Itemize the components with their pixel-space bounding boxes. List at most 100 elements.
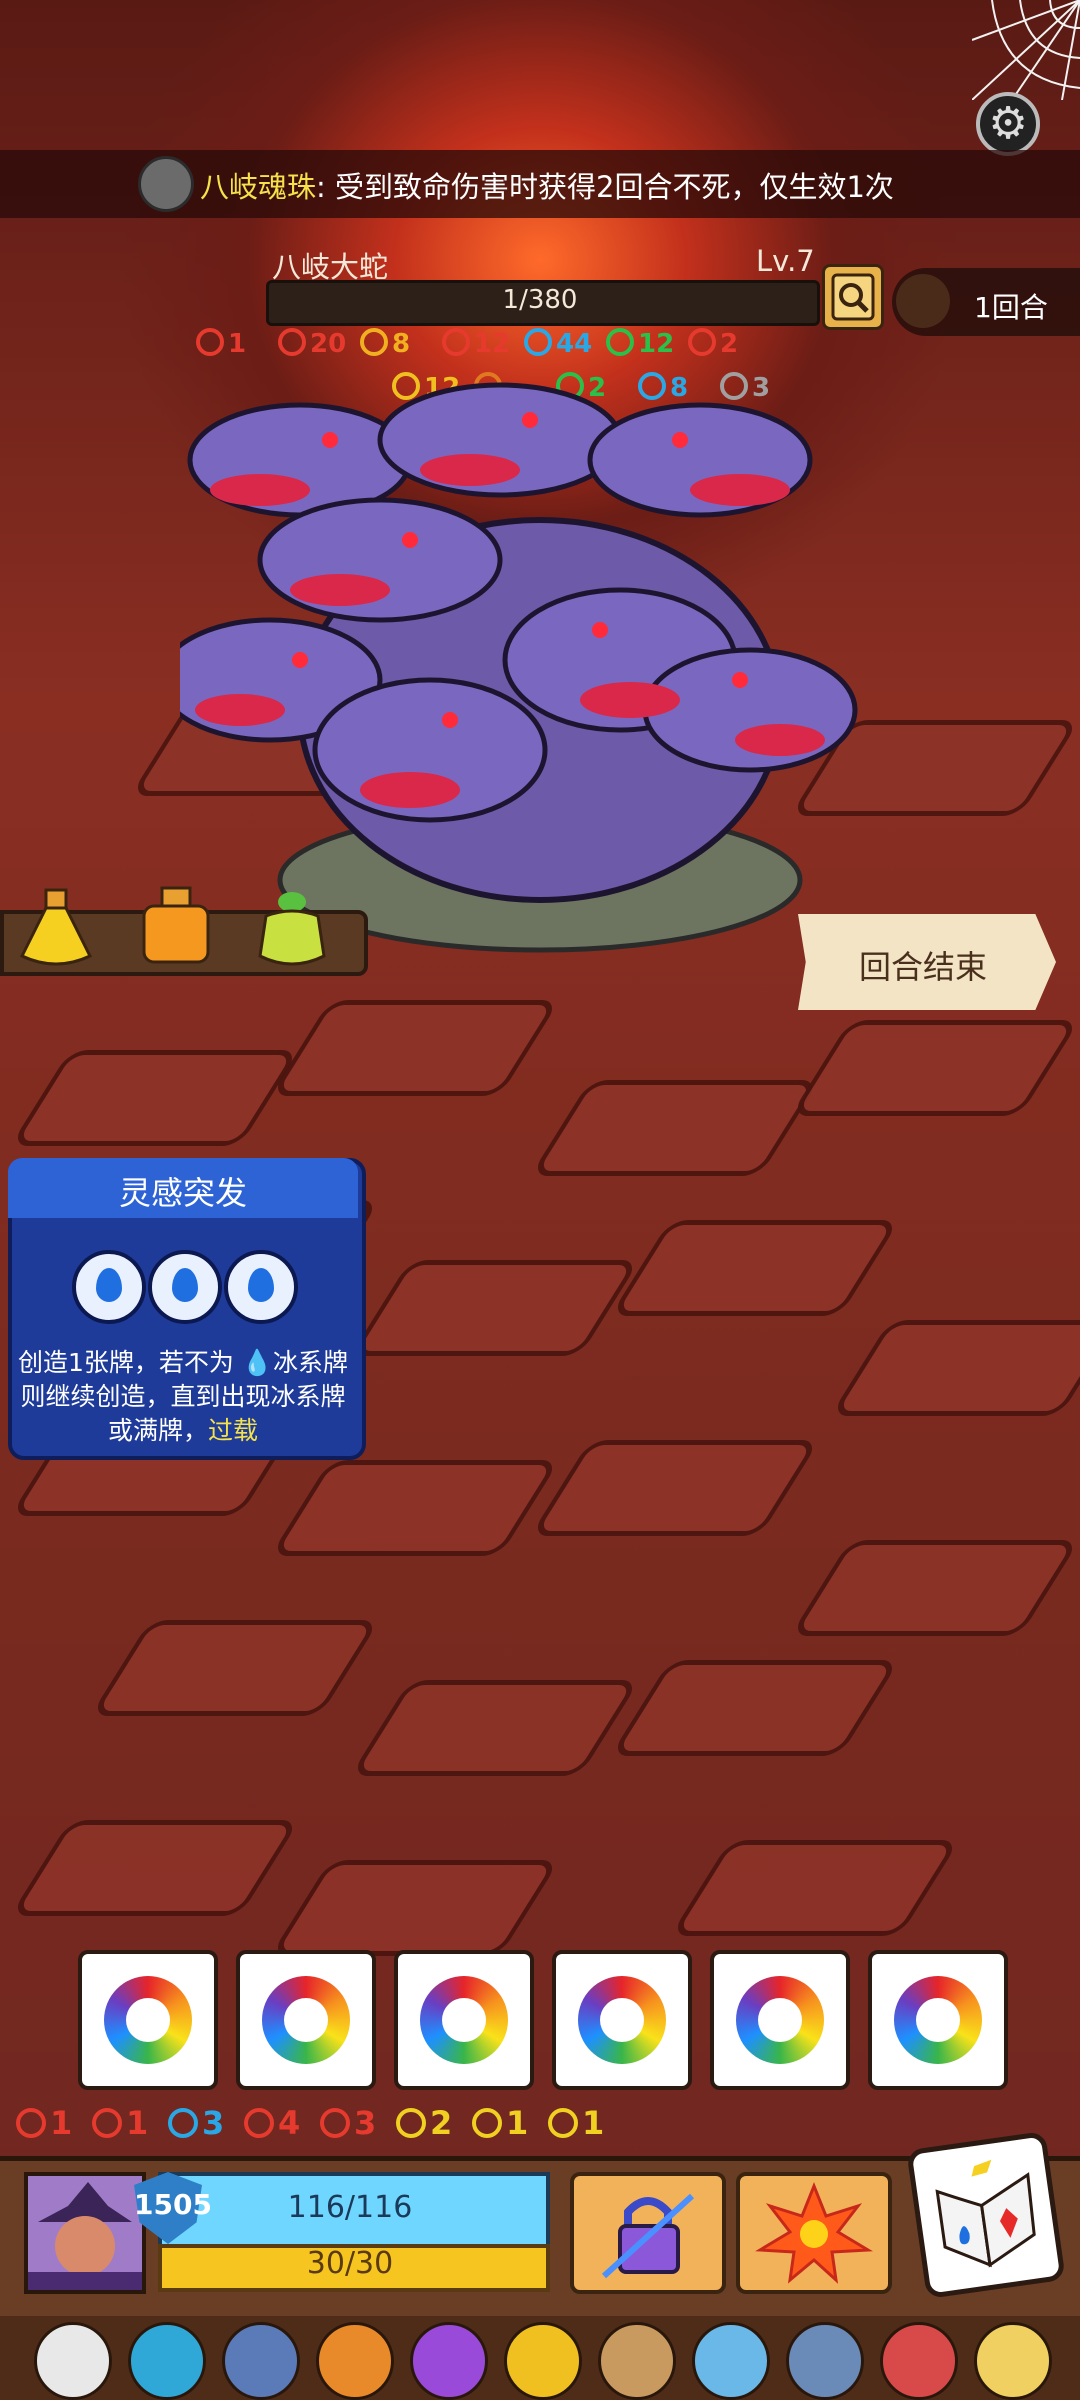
golden-urn-icon[interactable] <box>504 2322 582 2400</box>
swirl-icon <box>168 2108 198 2138</box>
dice-slot[interactable] <box>710 1950 850 2090</box>
dice-status-value: 2 <box>430 2104 453 2142</box>
relic-name: 八岐魂珠 <box>200 170 317 204</box>
relic-description: : 受到致命伤害时获得2回合不死，仅生效1次 <box>316 170 894 204</box>
settings-gear-icon[interactable]: ⚙ <box>976 92 1040 156</box>
enemy-status: 8 <box>360 328 410 359</box>
rainbow-swirl-icon <box>420 1976 508 2064</box>
enemy-status-value: 44 <box>556 329 593 359</box>
enemy-status-value: 20 <box>310 329 347 359</box>
player-shield-value: 1505 <box>134 2188 212 2221</box>
fire-icon <box>442 328 470 356</box>
ice-sword-icon[interactable] <box>692 2322 770 2400</box>
dice-slot[interactable] <box>552 1950 692 2090</box>
yellow-potion-icon[interactable] <box>16 886 96 972</box>
card-desc-text: 创造1张牌，若不为 <box>17 1348 234 1377</box>
dice-status-value: 1 <box>582 2104 605 2142</box>
rainbow-swirl-icon <box>262 1976 350 2064</box>
orange-potion-icon[interactable] <box>136 884 216 970</box>
dice-status-value: 4 <box>278 2104 301 2142</box>
spiral-icon <box>16 2108 46 2138</box>
enemy-status: 2 <box>688 328 738 359</box>
player-mana-text: 30/30 <box>306 2246 394 2281</box>
poison-icon <box>606 328 634 356</box>
dice-slot[interactable] <box>394 1950 534 2090</box>
enemy-status-value: 12 <box>474 329 511 359</box>
inspect-enemy-button[interactable] <box>822 264 884 330</box>
shield-icon <box>244 2108 274 2138</box>
sword-icon <box>92 2108 122 2138</box>
water-drop-icon <box>224 1250 298 1324</box>
water-drop-icon <box>72 1250 146 1324</box>
spider-web-icon <box>972 0 1080 100</box>
dice-status-value: 3 <box>202 2104 225 2142</box>
dice-status: 2 <box>396 2104 452 2142</box>
dice-status: 4 <box>244 2104 300 2142</box>
armor-icon <box>472 2108 502 2138</box>
magnifier-icon <box>831 273 875 321</box>
enemy-status-value: 2 <box>720 329 739 359</box>
dice-status-value: 3 <box>354 2104 377 2142</box>
horned-skull-icon[interactable] <box>34 2322 112 2400</box>
dice-status: 1 <box>92 2104 148 2142</box>
spiked-bracelet-icon[interactable] <box>880 2322 958 2400</box>
horn-icon[interactable] <box>598 2322 676 2400</box>
enemy-status: 20 <box>278 328 346 359</box>
orange-garment-icon[interactable] <box>316 2322 394 2400</box>
card-title: 灵感突发 <box>118 1174 247 1212</box>
hydra-orb-icon <box>138 156 194 212</box>
broken-shield-icon <box>320 2108 350 2138</box>
green-potion-icon[interactable] <box>252 886 332 972</box>
enemy-level: Lv.7 <box>756 244 815 278</box>
dice-status-value: 1 <box>50 2104 73 2142</box>
rainbow-swirl-icon <box>736 1976 824 2064</box>
player-avatar[interactable] <box>24 2172 146 2294</box>
round-label: 1回合 <box>974 291 1048 324</box>
card-description: 创造1张牌，若不为 💧冰系牌则继续创造，直到出现冰系牌或满牌，过载 <box>14 1346 352 1448</box>
lock-icon <box>360 328 388 356</box>
dice-status: 1 <box>548 2104 604 2142</box>
burst-skill-button[interactable] <box>736 2172 892 2294</box>
dice-slot[interactable] <box>868 1950 1008 2090</box>
rainbow-swirl-icon <box>104 1976 192 2064</box>
enemy-status: 1 <box>196 328 246 359</box>
fish-icon[interactable] <box>222 2322 300 2400</box>
player-hp-text: 116/116 <box>287 2190 413 2225</box>
rainbow-swirl-icon <box>578 1976 666 2064</box>
water-drop-icon: 💧 <box>241 1348 273 1377</box>
dice-status: 1 <box>472 2104 528 2142</box>
spiral-icon <box>196 328 224 356</box>
water-drop-icon <box>148 1250 222 1324</box>
dice-status-value: 1 <box>506 2104 529 2142</box>
hourglass-icon <box>896 274 950 328</box>
dice-status: 3 <box>168 2104 224 2142</box>
lightning-icon <box>548 2108 578 2138</box>
enemy-status: 44 <box>524 328 592 359</box>
explosion-icon <box>755 2181 873 2284</box>
star-icon <box>396 2108 426 2138</box>
dice-slot[interactable] <box>236 1950 376 2090</box>
dice-status: 1 <box>16 2104 72 2142</box>
claw-icon[interactable] <box>974 2322 1052 2400</box>
purple-potion-icon[interactable] <box>410 2322 488 2400</box>
blue-gem-icon[interactable] <box>128 2322 206 2400</box>
lock-icon <box>601 2193 695 2279</box>
enemy-status: 12 <box>606 328 674 359</box>
enemy-status: 12 <box>442 328 510 359</box>
hydra-monster[interactable] <box>180 380 900 960</box>
relic-effect-text: 八岐魂珠: 受到致命伤害时获得2回合不死，仅生效1次 <box>200 164 894 206</box>
snowflake-icon <box>524 328 552 356</box>
dice-slot[interactable] <box>78 1950 218 2090</box>
enemy-status-value: 12 <box>638 329 675 359</box>
lock-skill-button[interactable] <box>570 2172 726 2294</box>
rainbow-swirl-icon <box>894 1976 982 2064</box>
dice-status-value: 1 <box>126 2104 149 2142</box>
enemy-status-value: 8 <box>392 329 411 359</box>
roll-dice-button[interactable] <box>906 2130 1066 2300</box>
enemy-status-value: 1 <box>228 329 247 359</box>
end-turn-label: 回合结束 <box>858 948 987 986</box>
crystal-icon[interactable] <box>786 2322 864 2400</box>
enemy-hp-text: 1/380 <box>502 285 578 315</box>
dice-status: 3 <box>320 2104 376 2142</box>
claw-icon <box>688 328 716 356</box>
